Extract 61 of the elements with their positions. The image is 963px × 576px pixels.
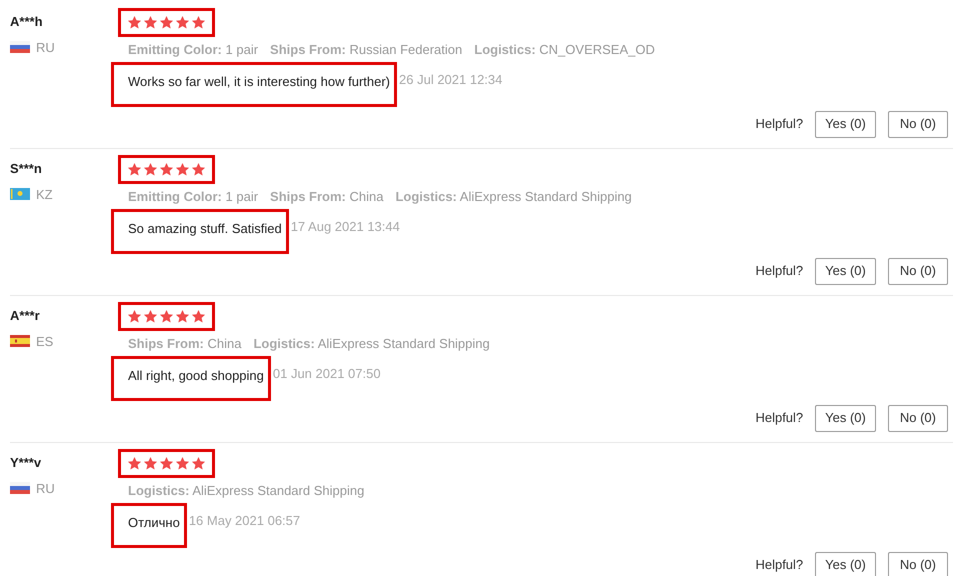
review-comment: Отлично [128,514,180,530]
star-icon [127,309,142,324]
review-comment: So amazing stuff. Satisfied [128,220,282,236]
star-icon [143,15,158,30]
review-attribute: Logistics: CN_OVERSEA_OD [474,41,655,59]
star-icon [175,456,190,471]
review-attribute: Logistics: AliExpress Standard Shipping [395,188,632,206]
country-code: ES [36,332,54,350]
yes-button[interactable]: Yes (0) [815,110,876,138]
review-date: 17 Aug 2021 13:44 [290,218,400,236]
reviewer-name: Y***v [10,454,42,472]
star-icon [175,309,190,324]
country-code: KZ [36,186,53,204]
star-icon [191,456,206,471]
star-icon [191,309,206,324]
no-button[interactable]: No (0) [888,258,948,284]
star-icon [159,15,174,30]
star-icon [143,456,158,471]
review-attribute: Ships From: Russian Federation [270,41,462,59]
review-attribute: Ships From: China [128,335,242,353]
review-attribute: Emitting Color: 1 pair [128,41,258,59]
no-button[interactable]: No (0) [888,552,948,576]
reviewer-name: S***n [10,160,43,178]
review-comment: All right, good shopping [128,368,264,382]
helpful-label: Helpful? [755,115,804,134]
helpful-label: Helpful? [755,262,804,280]
review-attribute: Emitting Color: 1 pair [128,188,258,206]
review-attribute: Logistics: AliExpress Standard Shipping [253,335,490,353]
star-icon [159,162,174,177]
review-date: 26 Jul 2021 12:34 [399,71,502,90]
flag-icon [10,41,30,54]
star-icon [127,456,142,471]
star-icon [159,456,174,471]
review-attribute: Ships From: China [270,188,384,206]
star-icon [175,162,190,177]
no-button[interactable]: No (0) [888,110,948,138]
flag-icon [10,335,30,348]
reviewer-name: A***h [10,13,44,31]
star-icon [127,15,142,30]
star-icon [127,162,142,177]
star-icon [143,309,158,324]
star-icon [159,309,174,324]
yes-button[interactable]: Yes (0) [815,258,876,284]
star-icon [191,162,206,177]
review-date: 16 May 2021 06:57 [188,512,300,530]
helpful-label: Helpful? [755,409,804,428]
star-icon [143,162,158,177]
country-code: RU [36,480,55,498]
flag-icon [10,482,30,494]
star-icon [191,15,206,30]
star-icon [175,15,190,30]
country-code: RU [36,38,55,56]
yes-button[interactable]: Yes (0) [815,404,876,432]
review-comment: Works so far well, it is interesting how further) [128,74,390,88]
flag-icon [10,188,30,200]
yes-button[interactable]: Yes (0) [815,552,876,576]
review-date: 01 Jun 2021 07:50 [272,365,381,384]
reviewer-name: A***r [10,307,41,325]
no-button[interactable]: No (0) [888,404,948,432]
helpful-label: Helpful? [755,556,804,574]
review-attribute: Logistics: AliExpress Standard Shipping [128,482,364,500]
